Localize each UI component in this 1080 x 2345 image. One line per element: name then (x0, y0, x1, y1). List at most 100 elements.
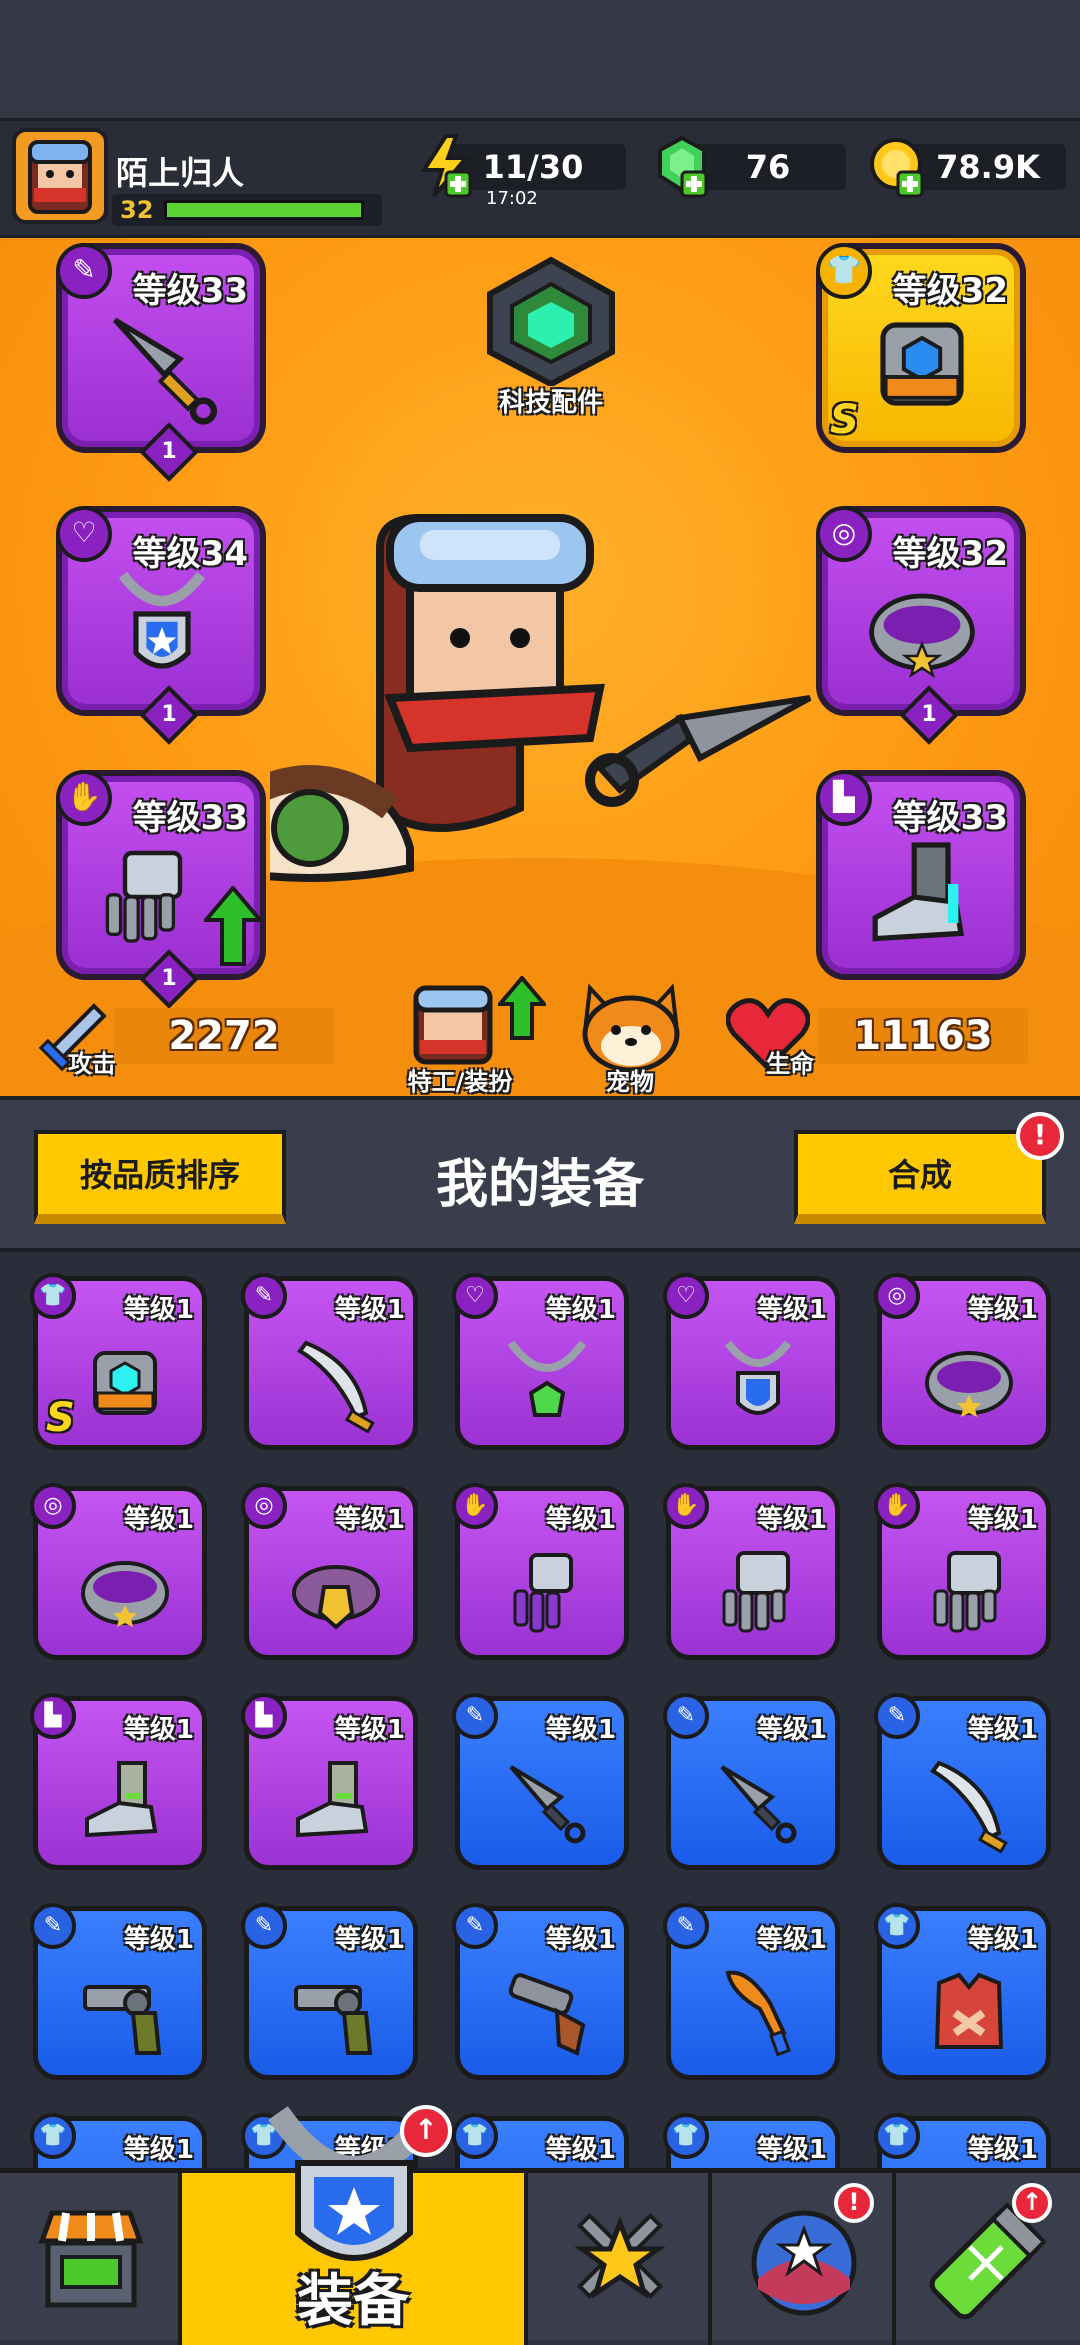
shop-icon (38, 2210, 144, 2308)
item-type-icon: 👕 (30, 1273, 76, 1319)
item-level: 等级1 (545, 1715, 616, 1745)
equipment-item[interactable]: ♡ 等级1 (663, 1273, 840, 1450)
slot-level: 等级33 (132, 271, 248, 311)
pet-button[interactable]: 宠物 (570, 978, 690, 1096)
item-level: 等级1 (334, 1715, 405, 1745)
emerald-necklace-icon (507, 1340, 587, 1417)
green-gem-icon[interactable] (652, 134, 712, 200)
merge-alert-badge: ! (1016, 1112, 1064, 1160)
equipment-item[interactable]: ✎ 等级1 (452, 1903, 629, 2080)
equipment-alert-badge: ↑ (400, 2105, 452, 2157)
hero-slot-boots[interactable]: ▙ 等级33 (816, 770, 1026, 980)
item-type-icon: ♡ (452, 1273, 498, 1319)
coins-value: 78.9K (910, 144, 1066, 190)
attack-value: 2272 (114, 1008, 334, 1064)
item-type-icon: ✋ (663, 1483, 709, 1529)
item-level: 等级1 (756, 1295, 827, 1325)
item-level: 等级1 (545, 1295, 616, 1325)
equipment-item[interactable]: ✎ 等级1 (452, 1693, 629, 1870)
gems-value: 76 (690, 144, 846, 190)
equipment-item[interactable]: ✎ 等级1 (663, 1693, 840, 1870)
armor-type-icon: 👕 (816, 243, 872, 299)
necklace-type-icon: ♡ (56, 506, 112, 562)
slot-count-badge: 1 (899, 685, 959, 745)
mech-armor-icon (93, 1351, 157, 1415)
gauntlet-icon (933, 1551, 1001, 1633)
item-level: 等级1 (545, 1505, 616, 1535)
player-avatar[interactable] (12, 128, 108, 224)
equipment-item[interactable]: 👕 等级1 (452, 2113, 629, 2172)
nav-label-equipment: 装备 (297, 2269, 409, 2334)
shield-necklace-icon (724, 1340, 792, 1415)
hero-slot-belt[interactable]: ◎ 等级32 1 (816, 506, 1026, 745)
equipment-item[interactable]: ▙ 等级1 (30, 1693, 207, 1870)
dna-alert-badge: ↑ (1012, 2183, 1052, 2223)
equipment-item[interactable]: 👕 等级1 (663, 2113, 840, 2172)
shield-necklace-icon (118, 571, 206, 669)
equipment-item[interactable]: ✎ 等级1 (241, 1273, 418, 1450)
player-name: 陌上归人 (116, 154, 245, 192)
equipment-item[interactable]: ◎ 等级1 (30, 1483, 207, 1660)
ninja-avatar-icon (413, 985, 493, 1065)
equipment-item[interactable]: 👕 等级1 (30, 2113, 207, 2172)
equipment-item[interactable]: ◎ 等级1 (874, 1273, 1051, 1450)
equipment-item[interactable]: ◎ 等级1 (241, 1483, 418, 1660)
equipment-item[interactable]: ✋ 等级1 (663, 1483, 840, 1660)
equipment-item[interactable]: ▙ 等级1 (241, 1693, 418, 1870)
nav-tab-shop[interactable] (0, 2173, 182, 2345)
nav-tab-battle[interactable] (528, 2173, 712, 2345)
ninja-avatar-icon (28, 140, 92, 214)
merge-button[interactable]: 合成 (794, 1130, 1046, 1224)
item-type-icon: 👕 (663, 2113, 709, 2159)
my-equipment-title: 我的装备 (435, 1155, 644, 1215)
boot-icon (85, 1761, 158, 1838)
item-level: 等级1 (545, 1925, 616, 1955)
hero-slot-armor[interactable]: 👕 等级32 S (816, 243, 1026, 453)
tech-parts-label: 科技配件 (498, 388, 603, 418)
item-level: 等级1 (123, 2135, 194, 2165)
revolver-icon (83, 1985, 162, 2055)
item-level: 等级1 (967, 1925, 1038, 1955)
equipment-item[interactable]: 👕 等级1 S (30, 1273, 207, 1450)
kunai-icon (509, 1765, 586, 1844)
agent-outfit-button[interactable]: 特工/装扮 (380, 976, 546, 1096)
sort-by-quality-button[interactable]: 按品质排序 (34, 1130, 286, 1224)
gloves-type-icon: ✋ (56, 770, 112, 826)
hero-slot-gloves[interactable]: ✋ 等级33 1 (56, 770, 266, 1009)
equipment-header: 按品质排序 我的装备 合成 ! (0, 1096, 1080, 1252)
gold-coin-icon[interactable] (868, 134, 928, 200)
item-type-icon: ✎ (452, 1903, 498, 1949)
item-type-icon: ▙ (241, 1693, 287, 1739)
item-level: 等级1 (123, 1295, 194, 1325)
equipment-item[interactable]: ✎ 等级1 (241, 1903, 418, 2080)
vest-icon (934, 1972, 1004, 2049)
equipment-item[interactable]: ✋ 等级1 (874, 1483, 1051, 1660)
boot-icon (872, 842, 965, 942)
nav-tab-dna[interactable]: ↑ (896, 2173, 1080, 2345)
nav-tab-equipment[interactable]: ↑ 装备 (182, 2105, 528, 2345)
equipment-item[interactable]: ✎ 等级1 (663, 1903, 840, 2080)
hero-equipment-area: 科技配件 ✎ 等级33 1 👕 等级32 S ♡ 等级34 1 ◎ 等级32 1… (0, 238, 1080, 1096)
lightning-icon[interactable] (416, 134, 476, 200)
item-level: 等级1 (334, 1295, 405, 1325)
equipment-item[interactable]: 👕 等级1 (874, 1903, 1051, 2080)
tech-parts-button[interactable]: 科技配件 (476, 256, 626, 418)
item-type-icon: ◎ (874, 1273, 920, 1319)
item-type-icon: ◎ (241, 1483, 287, 1529)
revolver-icon (294, 1985, 373, 2055)
equipment-item[interactable]: ✎ 等级1 (30, 1903, 207, 2080)
equipment-item[interactable]: ✎ 等级1 (874, 1693, 1051, 1870)
gauntlet-icon (722, 1551, 790, 1633)
nav-tab-stars[interactable]: ! (712, 2173, 896, 2345)
item-level: 等级1 (756, 1505, 827, 1535)
hero-slot-necklace[interactable]: ♡ 等级34 1 (56, 506, 266, 745)
item-type-icon: ✎ (241, 1903, 287, 1949)
equipment-item[interactable]: 👕 等级1 (874, 2113, 1051, 2172)
item-type-icon: ✎ (663, 1693, 709, 1739)
ninja-hero-character[interactable] (270, 508, 830, 928)
equipment-item[interactable]: ♡ 等级1 (452, 1273, 629, 1450)
equipment-item[interactable]: ✋ 等级1 (452, 1483, 629, 1660)
item-type-icon: 👕 (874, 1903, 920, 1949)
hero-slot-weapon[interactable]: ✎ 等级33 1 (56, 243, 266, 482)
item-type-icon: 👕 (30, 2113, 76, 2159)
